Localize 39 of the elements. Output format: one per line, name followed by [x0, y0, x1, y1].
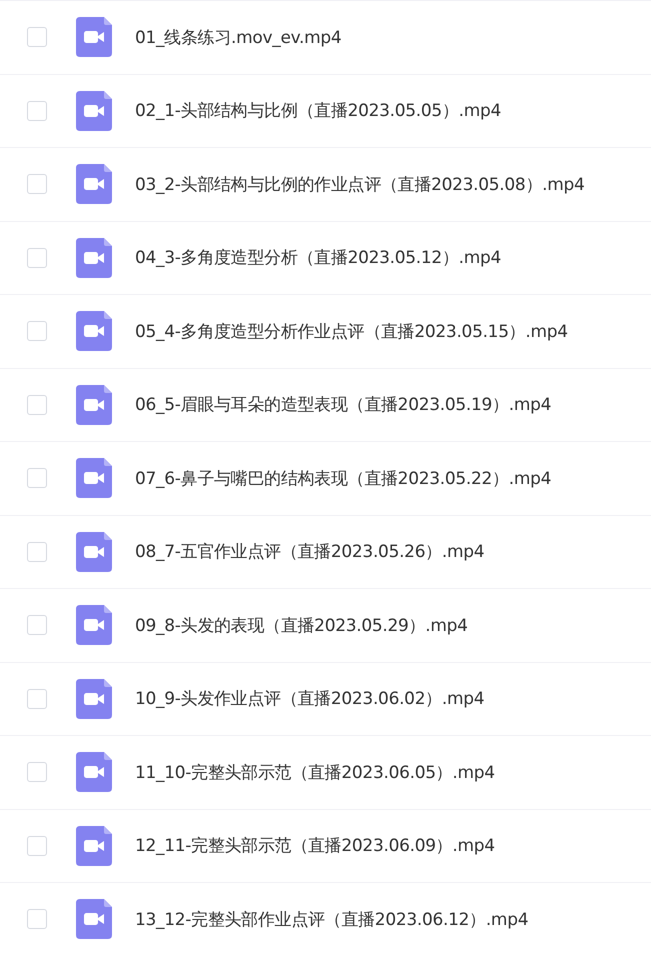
video-file-icon	[76, 532, 112, 572]
video-file-icon	[76, 826, 112, 866]
checkbox[interactable]	[27, 394, 47, 415]
checkbox[interactable]	[27, 542, 47, 562]
video-file-icon	[76, 17, 112, 58]
checkbox[interactable]	[27, 688, 47, 709]
checkbox[interactable]	[27, 27, 47, 48]
file-name[interactable]: 02_1-头部结构与比例（直播2023.05.05）.mp4	[135, 99, 501, 122]
video-file-icon	[76, 752, 112, 792]
checkbox[interactable]	[27, 615, 47, 636]
file-name[interactable]: 09_8-头发的表现（直播2023.05.29）.mp4	[135, 614, 468, 637]
file-name[interactable]: 04_3-多角度造型分析（直播2023.05.12）.mp4	[135, 246, 501, 270]
file-name[interactable]: 06_5-眉眼与耳朵的造型表现（直播2023.05.19）.mp4	[135, 393, 552, 416]
video-file-icon	[76, 164, 112, 204]
checkbox[interactable]	[27, 468, 47, 488]
checkbox[interactable]	[27, 174, 47, 194]
checkbox[interactable]	[27, 248, 47, 268]
file-name[interactable]: 05_4-多角度造型分析作业点评（直播2023.05.15）.mp4	[135, 320, 568, 343]
file-name[interactable]: 12_11-完整头部示范（直播2023.06.09）.mp4	[135, 834, 495, 858]
checkbox[interactable]	[27, 321, 47, 342]
video-file-icon	[76, 899, 112, 940]
file-name[interactable]: 10_9-头发作业点评（直播2023.06.02）.mp4	[135, 687, 484, 710]
file-name[interactable]: 08_7-五官作业点评（直播2023.05.26）.mp4	[135, 540, 484, 564]
file-name[interactable]: 13_12-完整头部作业点评（直播2023.06.12）.mp4	[135, 908, 528, 931]
checkbox[interactable]	[27, 100, 47, 121]
file-name[interactable]: 07_6-鼻子与嘴巴的结构表现（直播2023.05.22）.mp4	[135, 466, 552, 490]
video-file-icon	[76, 605, 112, 646]
video-file-icon	[76, 90, 112, 131]
checkbox[interactable]	[27, 836, 47, 856]
file-name[interactable]: 01_线条练习.mov_ev.mp4	[135, 26, 342, 49]
file-name[interactable]: 03_2-头部结构与比例的作业点评（直播2023.05.08）.mp4	[135, 172, 584, 196]
checkbox[interactable]	[27, 762, 47, 782]
checkbox[interactable]	[27, 909, 47, 930]
video-file-icon	[76, 384, 112, 425]
video-file-icon	[76, 678, 112, 719]
video-file-icon	[76, 458, 112, 498]
video-file-icon	[76, 238, 112, 278]
video-file-icon	[76, 311, 112, 352]
file-name[interactable]: 11_10-完整头部示范（直播2023.06.05）.mp4	[135, 760, 495, 784]
